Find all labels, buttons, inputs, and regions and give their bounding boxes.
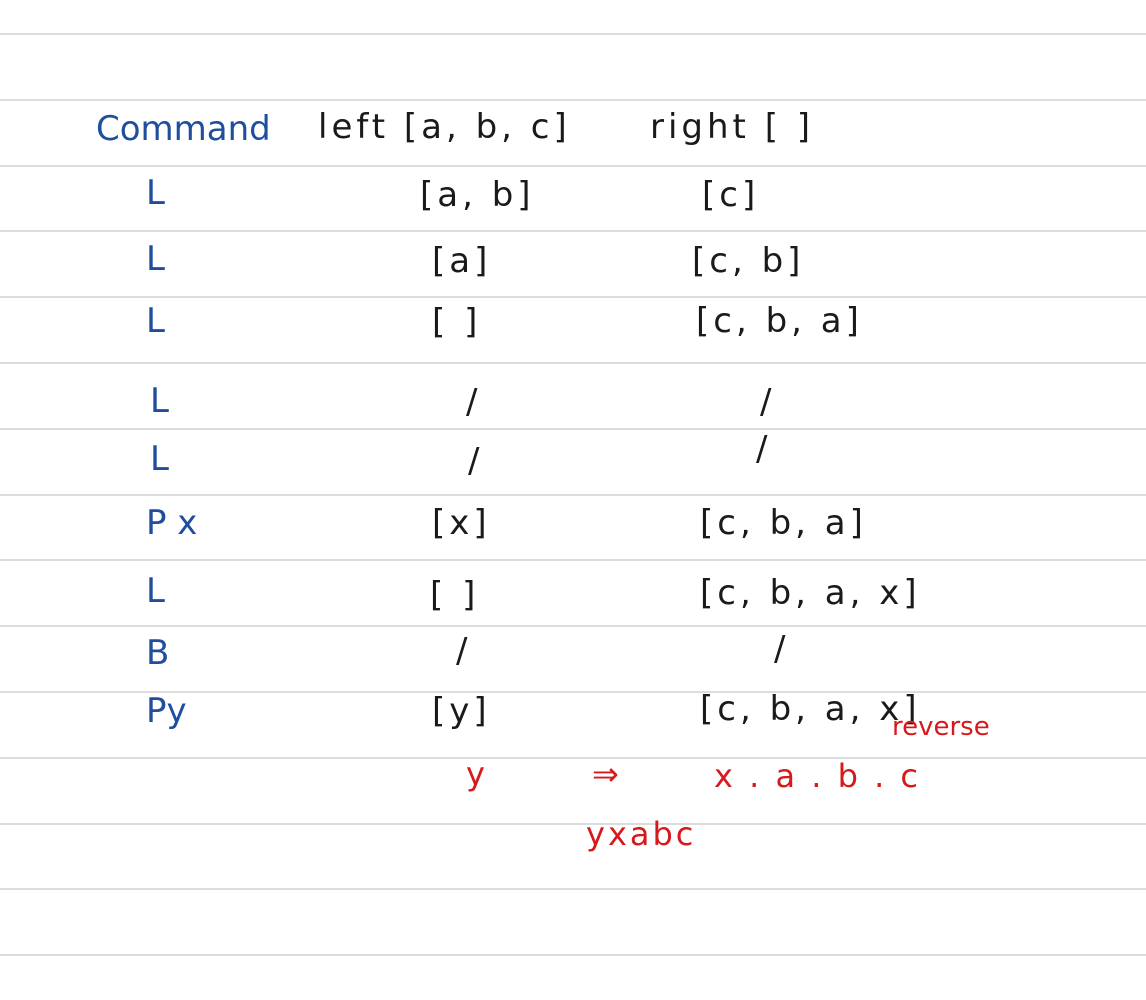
row-left: [y] xyxy=(432,691,491,731)
ruled-line xyxy=(0,362,1146,364)
row-right: / xyxy=(774,629,786,669)
row-left: / xyxy=(468,441,480,481)
ruled-line xyxy=(0,99,1146,101)
row-right: [c, b, a, x] xyxy=(700,689,921,729)
ruled-line xyxy=(0,559,1146,561)
row-command: P x xyxy=(146,503,198,543)
row-left: [a] xyxy=(432,241,492,281)
row-command: L xyxy=(146,239,165,279)
row-command: Py xyxy=(146,691,187,731)
row-command: L xyxy=(146,571,165,611)
row-right: [c, b, a] xyxy=(700,503,867,543)
row-right: [c] xyxy=(702,175,760,215)
reverse-note: reverse xyxy=(892,712,990,742)
row-right: [c, b, a, x] xyxy=(700,573,921,613)
final-result: yxabc xyxy=(586,815,697,853)
row-right: [c, b, a] xyxy=(696,301,863,341)
ruled-line xyxy=(0,823,1146,825)
row-command: L xyxy=(150,439,169,479)
header-left: left [a, b, c] xyxy=(318,107,571,147)
arrow-icon: ⇒ xyxy=(592,755,622,793)
ruled-line xyxy=(0,954,1146,956)
header-command: Command xyxy=(96,109,271,149)
row-command: L xyxy=(146,173,165,213)
row-left: [a, b] xyxy=(420,175,535,215)
row-left: [x] xyxy=(432,503,491,543)
row-left: / xyxy=(456,631,468,671)
row-right: [c, b] xyxy=(692,241,805,281)
row-command: L xyxy=(146,301,165,341)
row-command: B xyxy=(146,633,170,673)
header-right: right [ ] xyxy=(650,107,815,147)
row-right: / xyxy=(756,429,768,469)
ruled-line xyxy=(0,165,1146,167)
ruled-line xyxy=(0,33,1146,35)
right-result: x . a . b . c xyxy=(714,757,921,795)
ruled-line xyxy=(0,888,1146,890)
ruled-line xyxy=(0,296,1146,298)
notebook-page: Command left [a, b, c] right [ ] L [a, b… xyxy=(0,0,1146,1000)
row-left: [ ] xyxy=(430,575,480,615)
ruled-line xyxy=(0,230,1146,232)
left-result: y xyxy=(466,755,488,793)
row-left: [ ] xyxy=(432,302,482,342)
ruled-line xyxy=(0,494,1146,496)
ruled-line xyxy=(0,428,1146,430)
row-command: L xyxy=(150,381,169,421)
row-right: / xyxy=(760,382,772,422)
ruled-line xyxy=(0,625,1146,627)
row-left: / xyxy=(466,382,478,422)
ruled-line xyxy=(0,757,1146,759)
